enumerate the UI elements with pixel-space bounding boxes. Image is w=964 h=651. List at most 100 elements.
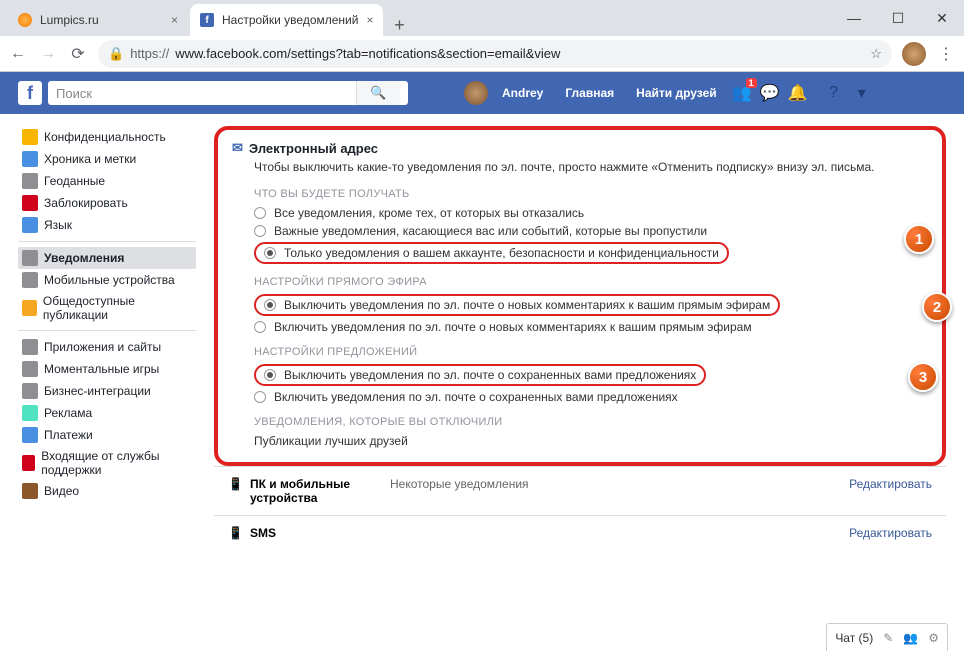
url-bar: ← → ⟳ 🔒 https:// www.facebook.com/setting…: [0, 36, 964, 72]
search-icon[interactable]: 🔍: [356, 81, 400, 105]
fb-search[interactable]: Поиск 🔍: [48, 81, 408, 105]
favicon-lumpics: [18, 13, 32, 27]
sidebar-item[interactable]: Видео: [18, 480, 196, 502]
row-label: ПК и мобильные устройства: [250, 477, 390, 505]
sidebar-item[interactable]: Геоданные: [18, 170, 196, 192]
row-icon: 📱: [228, 526, 244, 540]
radio-important[interactable]: Важные уведомления, касающиеся вас или с…: [254, 224, 928, 238]
radio-offers-on[interactable]: Включить уведомления по эл. почте о сохр…: [254, 390, 928, 404]
sidebar-item[interactable]: Бизнес-интеграции: [18, 380, 196, 402]
sidebar-icon: [22, 483, 38, 499]
sidebar-icon: [22, 361, 38, 377]
sidebar-item[interactable]: Хроника и метки: [18, 148, 196, 170]
sidebar-label: Общедоступные публикации: [43, 294, 192, 322]
sidebar-label: Хроника и метки: [44, 152, 136, 166]
disabled-item: Публикации лучших друзей: [254, 434, 928, 448]
sidebar-item[interactable]: Приложения и сайты: [18, 336, 196, 358]
radio-live-on[interactable]: Включить уведомления по эл. почте о новы…: [254, 320, 928, 334]
main: ✉ Электронный адрес Чтобы выключить каки…: [214, 126, 946, 550]
radio-offers-off[interactable]: Выключить уведомления по эл. почте о сох…: [254, 364, 928, 386]
search-placeholder: Поиск: [56, 86, 92, 101]
sidebar-icon: [22, 272, 38, 288]
user-avatar[interactable]: [464, 81, 488, 105]
sidebar-label: Заблокировать: [44, 196, 128, 210]
sidebar-label: Бизнес-интеграции: [44, 384, 151, 398]
edit-link[interactable]: Редактировать: [849, 477, 932, 491]
sidebar-label: Мобильные устройства: [44, 273, 175, 287]
lock-icon: 🔒: [108, 46, 124, 62]
user-name[interactable]: Andrey: [494, 86, 551, 100]
sidebar-label: Реклама: [44, 406, 92, 420]
friends-icon[interactable]: 👥1: [731, 82, 753, 104]
sidebar-item[interactable]: Конфиденциальность: [18, 126, 196, 148]
favicon-facebook: f: [200, 13, 214, 27]
badge-count: 1: [746, 78, 757, 88]
section-desc: Чтобы выключить какие-то уведомления по …: [254, 160, 928, 174]
marker-3: 3: [908, 362, 938, 392]
sidebar-item[interactable]: Реклама: [18, 402, 196, 424]
new-tab-button[interactable]: +: [385, 15, 413, 36]
bell-icon[interactable]: 🔔: [787, 82, 809, 104]
sidebar-item[interactable]: Язык: [18, 214, 196, 236]
nav-friends[interactable]: Найти друзей: [628, 86, 724, 100]
tab-facebook[interactable]: f Настройки уведомлений ×: [190, 4, 383, 36]
gear-icon[interactable]: ⚙: [928, 631, 939, 645]
sidebar: Конфиденциальность Хроника и метки Геоданн…: [18, 126, 196, 550]
sidebar-label: Приложения и сайты: [44, 340, 161, 354]
radio-account-only[interactable]: Только уведомления о вашем аккаунте, без…: [254, 242, 928, 264]
tab-title: Настройки уведомлений: [222, 13, 358, 27]
tab-title: Lumpics.ru: [40, 13, 99, 27]
sidebar-label: Язык: [44, 218, 72, 232]
sidebar-icon: [22, 217, 38, 233]
sidebar-item[interactable]: Входящие от службы поддержки: [18, 446, 196, 480]
maximize-button[interactable]: ☐: [876, 0, 920, 36]
title-text: Электронный адрес: [249, 141, 378, 156]
messenger-icon[interactable]: 💬: [759, 82, 781, 104]
sidebar-item[interactable]: Общедоступные публикации: [18, 291, 196, 325]
dropdown-icon[interactable]: ▾: [851, 82, 873, 104]
sidebar-icon: [22, 383, 38, 399]
reload-icon[interactable]: ⟳: [68, 44, 88, 64]
help-icon[interactable]: ?: [823, 82, 845, 104]
url-prefix: https://: [130, 46, 169, 61]
menu-icon[interactable]: ⋮: [936, 44, 956, 64]
sidebar-icon: [22, 427, 38, 443]
compose-icon[interactable]: ✎: [883, 631, 893, 645]
minimize-button[interactable]: —: [832, 0, 876, 36]
sidebar-label: Моментальные игры: [44, 362, 159, 376]
radio-all[interactable]: Все уведомления, кроме тех, от которых в…: [254, 206, 928, 220]
marker-2: 2: [922, 292, 952, 322]
sidebar-label: Платежи: [44, 428, 93, 442]
fb-logo[interactable]: f: [18, 81, 42, 105]
forward-icon[interactable]: →: [38, 45, 58, 63]
sidebar-item[interactable]: Платежи: [18, 424, 196, 446]
close-icon[interactable]: ×: [366, 13, 373, 27]
radio-live-off[interactable]: Выключить уведомления по эл. почте о нов…: [254, 294, 928, 316]
sidebar-item[interactable]: Заблокировать: [18, 192, 196, 214]
close-icon[interactable]: ×: [171, 13, 178, 27]
sidebar-icon: [22, 405, 38, 421]
sidebar-icon: [22, 151, 38, 167]
nav-home[interactable]: Главная: [557, 86, 622, 100]
back-icon[interactable]: ←: [8, 45, 28, 63]
chat-bar[interactable]: Чат (5) ✎ 👥 ⚙: [826, 623, 948, 651]
profile-avatar[interactable]: [902, 42, 926, 66]
fb-header: f Поиск 🔍 Andrey Главная Найти друзей 👥1…: [0, 72, 964, 114]
address-bar[interactable]: 🔒 https:// www.facebook.com/settings?tab=…: [98, 40, 892, 68]
sidebar-item[interactable]: Мобильные устройства: [18, 269, 196, 291]
sidebar-icon: [22, 455, 35, 471]
people-icon[interactable]: 👥: [903, 631, 918, 645]
sidebar-icon: [22, 339, 38, 355]
sidebar-item[interactable]: Моментальные игры: [18, 358, 196, 380]
tab-lumpics[interactable]: Lumpics.ru ×: [8, 4, 188, 36]
chat-label: Чат (5): [835, 631, 873, 645]
email-settings-panel: ✉ Электронный адрес Чтобы выключить каки…: [214, 126, 946, 466]
subhead-offers: НАСТРОЙКИ ПРЕДЛОЖЕНИЙ: [254, 346, 928, 358]
close-window-button[interactable]: ✕: [920, 0, 964, 36]
sidebar-label: Конфиденциальность: [44, 130, 166, 144]
edit-link[interactable]: Редактировать: [849, 526, 932, 540]
sidebar-item[interactable]: Уведомления: [18, 247, 196, 269]
bookmark-icon[interactable]: ☆: [870, 46, 882, 62]
browser-tabstrip: Lumpics.ru × f Настройки уведомлений × +…: [0, 0, 964, 36]
url-text: www.facebook.com/settings?tab=notificati…: [175, 46, 560, 61]
